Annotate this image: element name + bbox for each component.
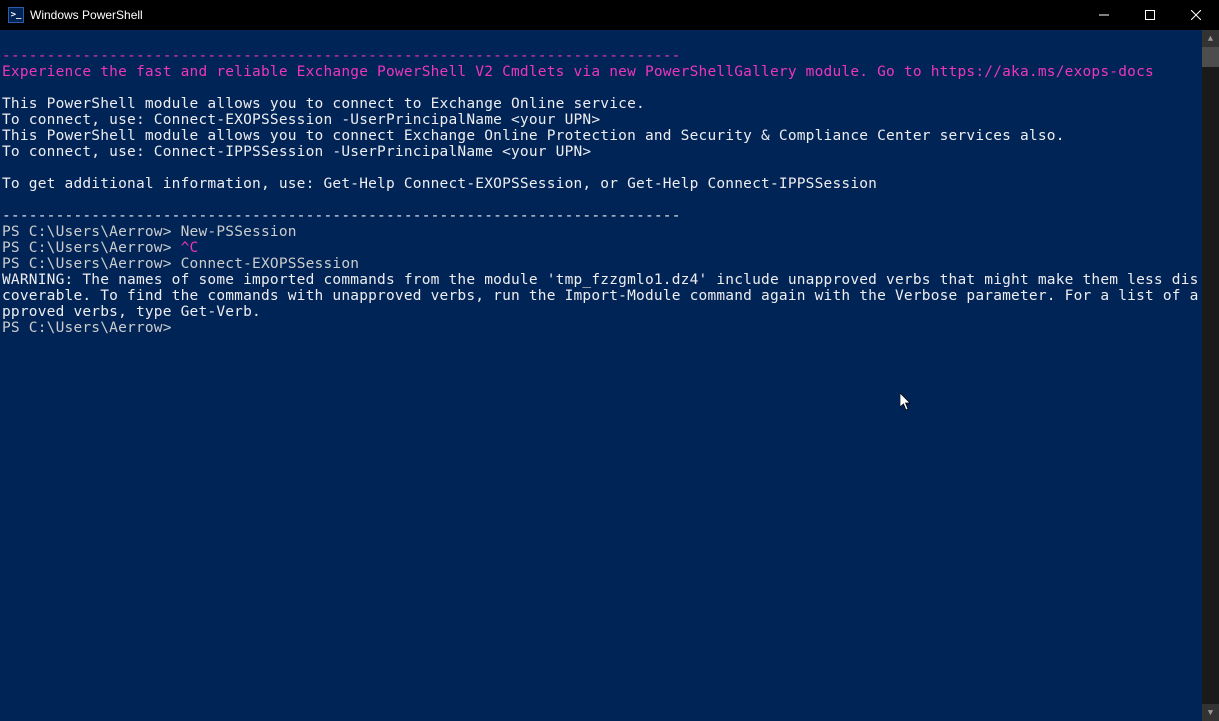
- scrollbar-thumb[interactable]: [1202, 47, 1219, 67]
- prompt: PS C:\Users\Aerrow>: [2, 256, 181, 272]
- command-text: Connect-EXOPSSession: [181, 256, 360, 272]
- separator-line: ----------------------------------------…: [2, 208, 681, 224]
- info-line: To connect, use: Connect-IPPSSession -Us…: [2, 144, 591, 160]
- window-title: Windows PowerShell: [30, 8, 143, 22]
- titlebar[interactable]: >_ Windows PowerShell: [0, 0, 1219, 30]
- close-button[interactable]: [1173, 0, 1219, 30]
- scrollbar[interactable]: ▲ ▼: [1202, 30, 1219, 721]
- minimize-button[interactable]: [1081, 0, 1127, 30]
- scroll-up-button[interactable]: ▲: [1202, 30, 1219, 47]
- window-controls: [1081, 0, 1219, 30]
- prompt: PS C:\Users\Aerrow>: [2, 320, 172, 336]
- maximize-button[interactable]: [1127, 0, 1173, 30]
- warning-text: WARNING: The names of some imported comm…: [2, 272, 1199, 320]
- powershell-icon: >_: [8, 7, 24, 23]
- info-line: This PowerShell module allows you to con…: [2, 128, 1065, 144]
- terminal-output[interactable]: ----------------------------------------…: [0, 30, 1202, 721]
- scrollbar-track[interactable]: [1202, 47, 1219, 704]
- titlebar-left: >_ Windows PowerShell: [8, 7, 143, 23]
- info-line: To get additional information, use: Get-…: [2, 176, 877, 192]
- prompt: PS C:\Users\Aerrow>: [2, 224, 181, 240]
- terminal-area: ----------------------------------------…: [0, 30, 1219, 721]
- banner-text: Experience the fast and reliable Exchang…: [2, 64, 1154, 80]
- powershell-window: >_ Windows PowerShell ------------------…: [0, 0, 1219, 721]
- prompt: PS C:\Users\Aerrow>: [2, 240, 181, 256]
- info-line: To connect, use: Connect-EXOPSSession -U…: [2, 112, 600, 128]
- ctrl-c: ^C: [181, 240, 199, 256]
- separator-line: ----------------------------------------…: [2, 48, 681, 64]
- info-line: This PowerShell module allows you to con…: [2, 96, 645, 112]
- scroll-down-button[interactable]: ▼: [1202, 704, 1219, 721]
- command-text: New-PSSession: [181, 224, 297, 240]
